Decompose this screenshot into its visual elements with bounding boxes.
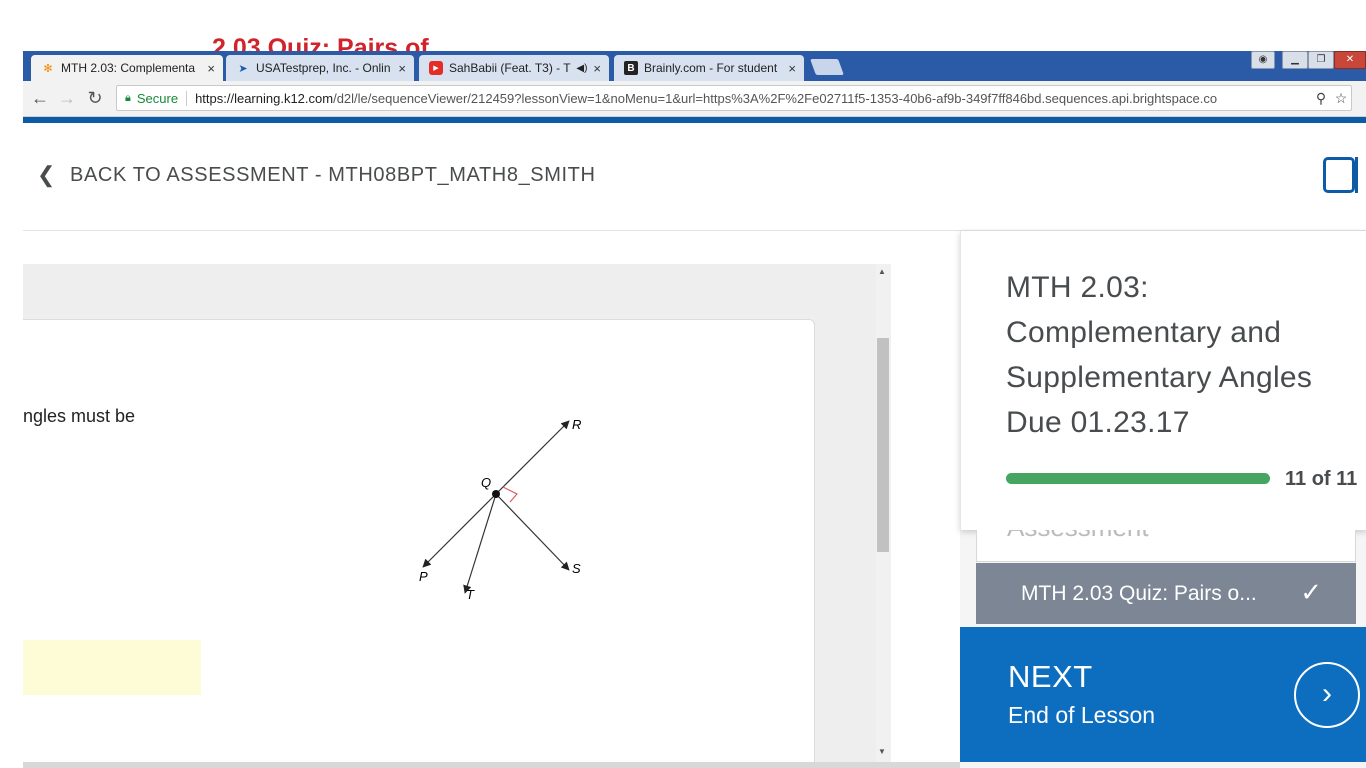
next-label: NEXT xyxy=(1008,659,1093,694)
tab-close-icon[interactable]: × xyxy=(398,61,406,76)
vertex-point xyxy=(492,490,500,498)
brainly-favicon-icon: B xyxy=(624,61,638,75)
next-button[interactable]: NEXT End of Lesson › xyxy=(960,627,1366,762)
quiz-list-item[interactable]: MTH 2.03 Quiz: Pairs o... ✓ xyxy=(976,563,1356,624)
address-bar[interactable]: 🔒︎ Secure https://learning.k12.com/d2l/l… xyxy=(116,85,1352,111)
angle-diagram: R Q S P T xyxy=(419,417,581,602)
close-window-icon[interactable]: ✕ xyxy=(1334,51,1366,69)
tab-usatestprep[interactable]: ➤ USATestprep, Inc. - Onlin × xyxy=(226,55,414,81)
restore-icon[interactable]: ❐ xyxy=(1308,51,1334,69)
lesson-title: MTH 2.03: Complementary and Supplementar… xyxy=(1006,265,1346,445)
label-p: P xyxy=(419,569,428,584)
page-header: ❮ BACK TO ASSESSMENT - MTH08BPT_MATH8_SM… xyxy=(23,123,1366,231)
scroll-down-arrow-icon[interactable]: ▼ xyxy=(878,747,886,756)
tab-close-icon[interactable]: × xyxy=(207,61,215,76)
progress-bar xyxy=(1006,473,1270,484)
chevron-left-icon: ❮ xyxy=(37,162,57,187)
audio-icon[interactable]: ◀) xyxy=(576,63,587,74)
ray-qr xyxy=(495,420,570,495)
active-item-pointer xyxy=(960,578,976,612)
right-angle-marker xyxy=(502,486,518,503)
cursor-favicon-icon: ➤ xyxy=(238,62,248,75)
tab-close-icon[interactable]: × xyxy=(788,61,796,76)
tab-brainly[interactable]: B Brainly.com - For student × xyxy=(614,55,804,81)
sidebar-toggle-icon[interactable] xyxy=(1323,157,1355,193)
label-r: R xyxy=(572,417,581,432)
checkmark-icon: ✓ xyxy=(1300,577,1322,607)
ray-qs xyxy=(495,493,570,571)
youtube-favicon-icon: ▶ xyxy=(429,61,443,75)
lesson-title-line: Complementary and xyxy=(1006,316,1282,349)
tab-close-icon[interactable]: × xyxy=(593,61,601,76)
overlay-quiz-title: 2.03 Quiz: Pairs of xyxy=(212,34,429,52)
lesson-title-line: Supplementary Angles xyxy=(1006,361,1313,394)
browser-toolbar: ← → ↻ 🔒︎ Secure https://learning.k12.com… xyxy=(23,81,1366,117)
question-text: ngles must be xyxy=(23,406,136,426)
lesson-title-line: MTH 2.03: xyxy=(1006,271,1149,304)
tab-title: Brainly.com - For student xyxy=(644,61,778,75)
chevron-right-icon[interactable]: › xyxy=(1294,662,1360,728)
next-sublabel: End of Lesson xyxy=(1008,702,1156,728)
reload-icon[interactable]: ↻ xyxy=(84,87,106,109)
scroll-up-arrow-icon[interactable]: ▲ xyxy=(878,267,886,276)
tab-title: MTH 2.03: Complementa xyxy=(61,61,196,75)
quiz-item-label: MTH 2.03 Quiz: Pairs o... xyxy=(1021,581,1257,605)
progress-bar-fill xyxy=(1006,473,1270,484)
k12-favicon-icon: ✻ xyxy=(43,62,53,75)
url-host: https://learning.k12.com xyxy=(195,90,334,106)
url-text[interactable]: https://learning.k12.com/d2l/le/sequence… xyxy=(195,91,1311,106)
new-tab-button[interactable] xyxy=(810,59,844,75)
tab-mth-203[interactable]: ✻ MTH 2.03: Complementa × xyxy=(31,55,223,81)
answer-highlight-box xyxy=(23,640,201,695)
scrollbar-thumb[interactable] xyxy=(877,338,889,552)
minimize-icon[interactable]: ▁ xyxy=(1282,51,1308,69)
lesson-card: MTH 2.03: Complementary and Supplementar… xyxy=(960,231,1366,530)
label-s: S xyxy=(572,561,581,576)
browser-tab-strip: ✻ MTH 2.03: Complementa × ➤ USATestprep,… xyxy=(23,51,1366,81)
lock-icon: 🔒︎ xyxy=(125,91,131,104)
lesson-due-date: Due 01.23.17 xyxy=(1006,406,1190,439)
label-t: T xyxy=(466,587,475,602)
profile-icon[interactable]: ◉ xyxy=(1251,51,1275,69)
back-to-assessment-link[interactable]: ❮ BACK TO ASSESSMENT - MTH08BPT_MATH8_SM… xyxy=(37,162,596,188)
label-q: Q xyxy=(481,475,491,490)
sidebar-toggle-divider xyxy=(1355,157,1366,193)
assessment-label: Assessment xyxy=(1007,530,1149,543)
bookmark-star-icon[interactable]: ☆ xyxy=(1331,90,1351,107)
back-to-assessment-label: BACK TO ASSESSMENT - MTH08BPT_MATH8_SMIT… xyxy=(70,163,596,186)
assessment-item-peek[interactable]: Assessment xyxy=(976,530,1356,562)
tab-title: USATestprep, Inc. - Onlin xyxy=(256,61,391,75)
forward-arrow-icon[interactable]: → xyxy=(56,87,78,109)
tab-title: SahBabii (Feat. T3) - T xyxy=(449,61,571,75)
zoom-icon[interactable]: ⚲ xyxy=(1311,90,1331,107)
secure-label: Secure xyxy=(137,90,188,106)
tab-youtube[interactable]: ▶ SahBabii (Feat. T3) - T ◀) × xyxy=(419,55,609,81)
back-arrow-icon[interactable]: ← xyxy=(29,87,51,109)
url-path: /d2l/le/sequenceViewer/212459?lessonView… xyxy=(333,90,1218,106)
progress-count: 11 of 11 xyxy=(1285,468,1358,490)
